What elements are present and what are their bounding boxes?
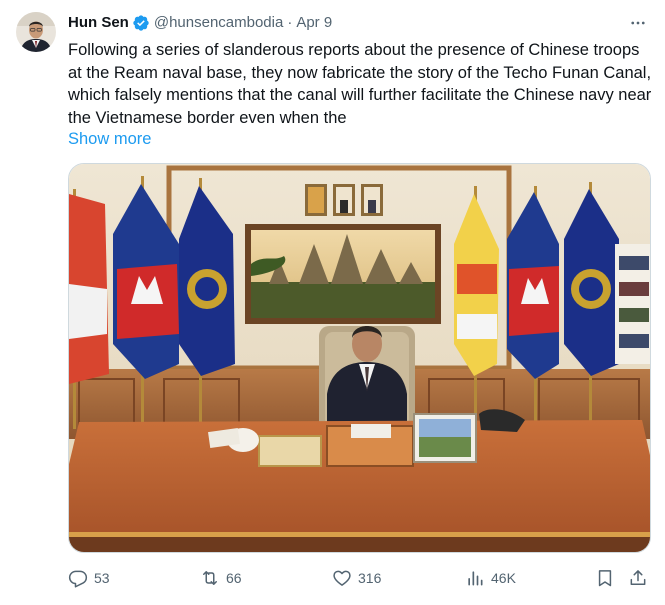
tweet-photo[interactable] — [68, 163, 651, 553]
verified-badge-icon — [132, 14, 150, 32]
reply-icon — [68, 568, 88, 588]
heart-icon — [332, 568, 352, 588]
avatar[interactable] — [16, 12, 56, 52]
views-icon — [465, 568, 485, 588]
repost-icon — [200, 568, 220, 588]
tweet-date[interactable]: Apr 9 — [296, 13, 332, 33]
share-button[interactable] — [628, 566, 648, 590]
action-bar: 53 66 316 46K — [68, 566, 653, 590]
like-count: 316 — [358, 570, 382, 586]
reply-count: 53 — [94, 570, 110, 586]
author-handle[interactable]: @hunsencambodia — [154, 13, 283, 33]
repost-count: 66 — [226, 570, 242, 586]
like-button[interactable]: 316 — [332, 566, 381, 590]
show-more-link[interactable]: Show more — [68, 128, 151, 150]
tweet-card: Hun Sen @hunsencambodia · Apr 9 Followin… — [0, 0, 665, 605]
more-horizontal-icon[interactable] — [625, 10, 651, 36]
tweet-header: Hun Sen @hunsencambodia · Apr 9 — [68, 13, 332, 33]
views-button[interactable]: 46K — [465, 566, 516, 590]
author-name[interactable]: Hun Sen — [68, 13, 129, 33]
share-icon — [628, 568, 648, 588]
repost-button[interactable]: 66 — [200, 566, 242, 590]
bookmark-icon — [595, 568, 615, 588]
header-separator: · — [287, 14, 293, 31]
reply-button[interactable]: 53 — [68, 566, 110, 590]
views-count: 46K — [491, 570, 516, 586]
tweet-text: Following a series of slanderous reports… — [68, 41, 652, 127]
bookmark-button[interactable] — [595, 566, 615, 590]
